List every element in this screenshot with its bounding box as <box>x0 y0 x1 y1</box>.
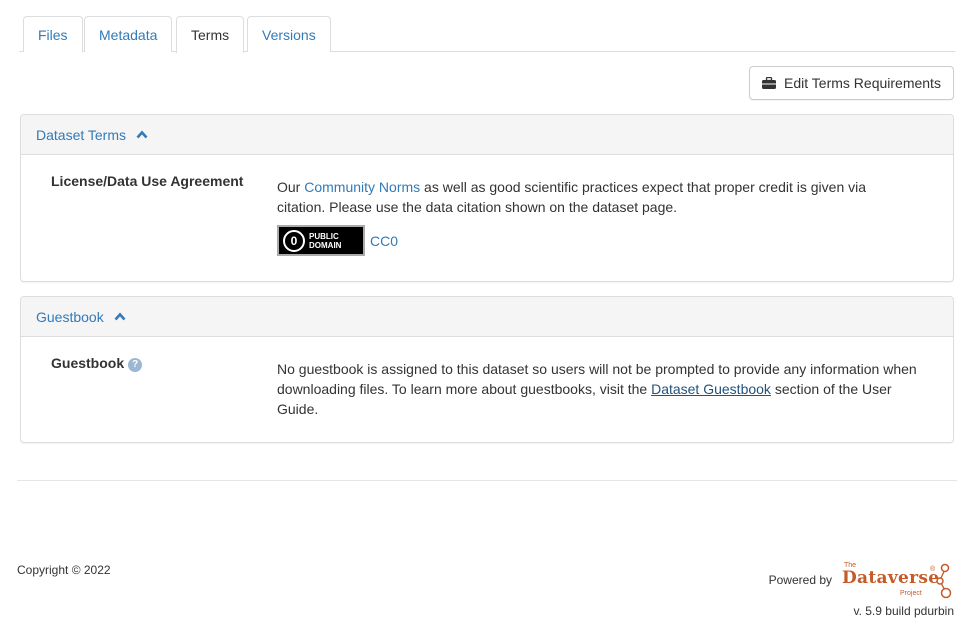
guestbook-description: No guestbook is assigned to this dataset… <box>277 359 917 419</box>
powered-by-label: Powered by <box>768 573 832 587</box>
logo-project: Project <box>900 590 922 597</box>
tab-files[interactable]: Files <box>23 16 83 52</box>
briefcase-icon <box>762 77 777 89</box>
guestbook-heading[interactable]: Guestbook <box>21 297 953 337</box>
license-row: 0 PUBLIC DOMAIN CC0 <box>277 225 398 256</box>
badge-line1: PUBLIC <box>309 231 339 241</box>
chevron-up-icon <box>136 130 148 139</box>
license-label: License/Data Use Agreement <box>51 173 244 189</box>
dataset-tabs: Files Metadata Terms Versions <box>19 16 955 53</box>
badge-line2: DOMAIN <box>309 240 342 250</box>
tab-versions[interactable]: Versions <box>247 16 331 52</box>
guestbook-panel: Guestbook Guestbook? No guestbook is ass… <box>20 296 954 443</box>
public-domain-badge[interactable]: 0 PUBLIC DOMAIN <box>277 225 365 256</box>
help-icon[interactable]: ? <box>128 358 143 372</box>
cc0-license-link[interactable]: CC0 <box>370 233 398 249</box>
tab-terms[interactable]: Terms <box>176 16 245 53</box>
cc0-icon: 0 <box>283 229 305 252</box>
logo-name: Dataverse <box>842 568 940 588</box>
footer-divider <box>17 480 957 481</box>
dataverse-logo[interactable]: The Dataverse ® Project <box>842 562 954 599</box>
edit-terms-label: Edit Terms Requirements <box>784 75 941 91</box>
dataverse-nodes-icon <box>936 563 952 599</box>
community-norms-link[interactable]: Community Norms <box>304 179 420 195</box>
badge-text: PUBLIC DOMAIN <box>309 232 341 250</box>
tab-metadata[interactable]: Metadata <box>84 16 173 52</box>
chevron-up-icon <box>114 312 126 321</box>
license-text-prefix: Our <box>277 179 305 195</box>
dataset-guestbook-link[interactable]: Dataset Guestbook <box>651 381 771 397</box>
powered-by: Powered by The Dataverse ® Project <box>768 562 954 599</box>
dataset-terms-heading[interactable]: Dataset Terms <box>21 115 953 155</box>
license-description: Our Community Norms as well as good scie… <box>277 177 917 217</box>
guestbook-label: Guestbook <box>51 355 125 371</box>
guestbook-label-row: Guestbook? <box>51 355 143 372</box>
dataset-terms-panel: Dataset Terms License/Data Use Agreement… <box>20 114 954 282</box>
edit-terms-button[interactable]: Edit Terms Requirements <box>749 66 954 100</box>
dataset-terms-title: Dataset Terms <box>36 126 126 143</box>
footer-right: Powered by The Dataverse ® Project v. 5.… <box>769 562 954 618</box>
version-info: v. 5.9 build pdurbin <box>853 604 954 618</box>
guestbook-title: Guestbook <box>36 308 104 325</box>
copyright: Copyright © 2022 <box>17 563 111 577</box>
